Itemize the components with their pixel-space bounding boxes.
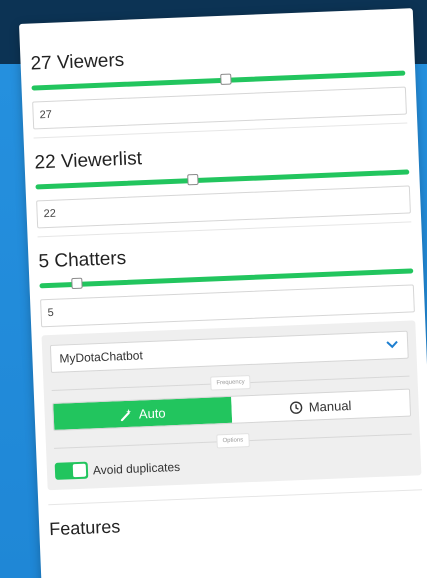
chatters-slider-thumb[interactable] — [71, 277, 84, 290]
chatters-section: 5 Chatters — [38, 232, 415, 328]
avoid-duplicates-toggle[interactable] — [54, 461, 89, 480]
divider — [48, 489, 423, 506]
magic-wand-icon — [120, 408, 132, 421]
viewerlist-slider-thumb[interactable] — [187, 173, 199, 186]
avoid-duplicates-row: Avoid duplicates — [54, 449, 413, 480]
chevron-down-icon — [386, 340, 398, 349]
manual-label: Manual — [308, 397, 352, 415]
chatbot-panel: MyDotaChatbot Frequency Auto Manual Opti… — [41, 320, 422, 491]
viewers-slider-thumb[interactable] — [220, 73, 233, 85]
avoid-duplicates-label: Avoid duplicates — [92, 459, 181, 477]
toggle-knob — [72, 463, 87, 478]
frequency-label: Frequency — [210, 374, 252, 391]
viewerlist-section: 22 Viewerlist — [34, 133, 411, 229]
auto-label: Auto — [138, 404, 166, 421]
settings-card: 27 Viewers 22 Viewerlist 5 Chatters MyDo… — [19, 8, 427, 578]
viewerlist-input[interactable] — [36, 185, 411, 229]
chatters-input[interactable] — [40, 284, 415, 328]
viewers-input[interactable] — [32, 86, 407, 130]
viewers-section: 27 Viewers — [30, 35, 407, 130]
auto-button[interactable]: Auto — [53, 396, 233, 430]
chatbot-select[interactable]: MyDotaChatbot — [49, 330, 409, 373]
clock-icon — [290, 400, 303, 414]
manual-button[interactable]: Manual — [231, 389, 411, 423]
features-title: Features — [48, 516, 121, 540]
frequency-toggle: Auto Manual — [52, 388, 412, 431]
options-label: Options — [216, 433, 250, 449]
chatbot-select-value: MyDotaChatbot — [59, 348, 144, 366]
